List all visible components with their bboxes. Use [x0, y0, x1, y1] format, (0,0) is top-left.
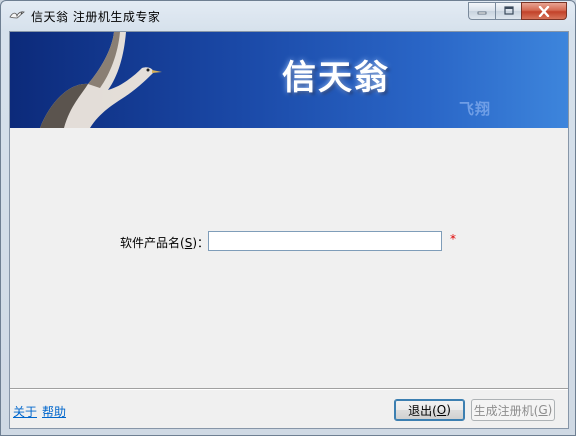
footer-divider [10, 388, 568, 390]
close-icon [538, 5, 550, 17]
maximize-icon [503, 6, 514, 15]
about-link[interactable]: 关于 [13, 403, 37, 420]
maximize-button[interactable] [495, 2, 521, 20]
title-bar[interactable]: 信天翁 注册机生成专家 [1, 1, 575, 30]
seagull-icon [9, 11, 25, 19]
product-name-row: 软件产品名(S)： * [10, 230, 568, 254]
window-title: 信天翁 注册机生成专家 [31, 10, 161, 24]
help-link[interactable]: 帮助 [42, 403, 66, 420]
minimize-button[interactable] [468, 2, 495, 20]
dialog-client-area: 信天翁 飞翔 软件产品名(S)： * 关于 帮助 退出(O) 生成注册机(G) [9, 31, 569, 429]
banner-title: 信天翁 [282, 58, 390, 98]
close-button[interactable] [521, 2, 567, 20]
exit-button[interactable]: 退出(O) [394, 399, 465, 421]
generate-keygen-button[interactable]: 生成注册机(G) [471, 399, 555, 421]
minimize-icon [477, 11, 487, 15]
header-banner: 信天翁 飞翔 [10, 32, 568, 128]
banner-subtitle: 飞翔 [459, 100, 492, 118]
albatross-image [40, 32, 162, 128]
product-name-input[interactable] [208, 231, 442, 251]
app-window: 信天翁 注册机生成专家 信天翁 飞翔 软件产品名(S)： * 关于 帮助 退出(… [0, 0, 576, 436]
product-name-label: 软件产品名(S)： [120, 236, 209, 250]
required-marker: * [450, 232, 456, 246]
